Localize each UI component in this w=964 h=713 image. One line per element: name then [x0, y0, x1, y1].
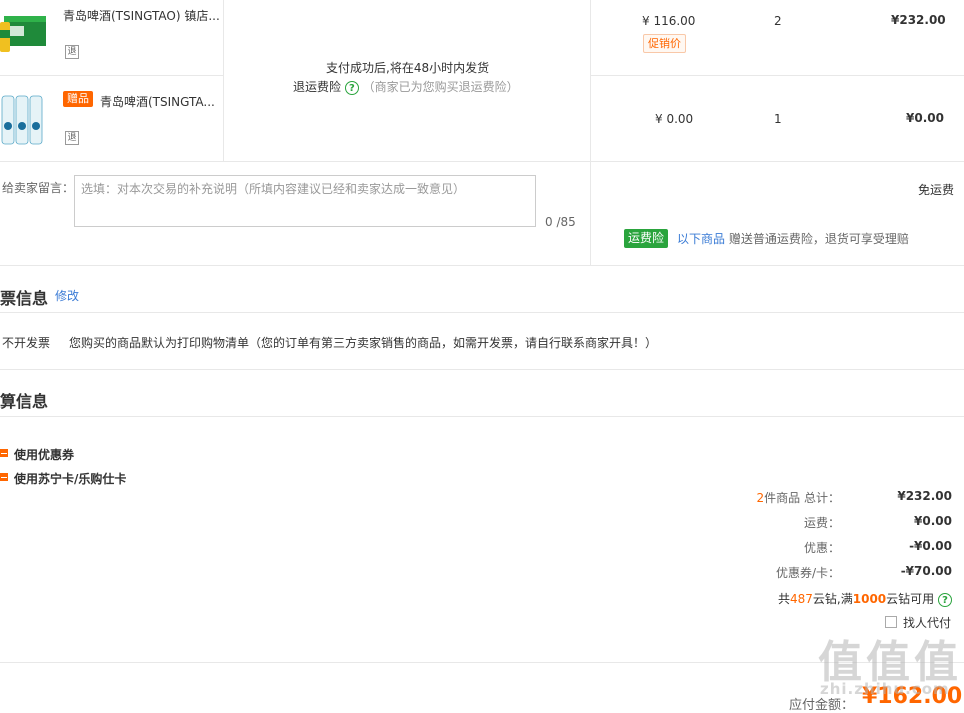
invoice-type: 不开发票 — [2, 336, 51, 350]
ship-note: 支付成功后,将在48小时内发货 — [326, 61, 490, 75]
collapse-icon[interactable] — [0, 449, 8, 457]
beer-can-image — [1, 95, 43, 145]
row-divider — [0, 75, 224, 76]
unit-price: ¥ 0.00 — [655, 112, 694, 126]
message-counter: 0 /85 — [545, 215, 576, 229]
goods-total: ¥232.00 — [897, 489, 952, 503]
refund-icon: 退 — [65, 131, 79, 145]
unit-price: ¥ 116.00 — [642, 14, 696, 28]
freight-value: ¥0.00 — [914, 514, 952, 528]
free-shipping-label: 免运费 — [917, 183, 954, 197]
discount-value: -¥0.00 — [909, 539, 952, 553]
invoice-desc: 您购买的商品默认为打印购物清单（您的订单有第三方卖家销售的商品，如需开发票，请自… — [69, 336, 658, 350]
product-thumbnail[interactable] — [0, 8, 48, 54]
freight-label: 运费： — [803, 516, 840, 530]
diamond-threshold: 1000 — [852, 592, 887, 606]
quantity: 2 — [774, 14, 782, 28]
message-label: 给卖家留言： — [2, 181, 75, 195]
coupon-label: 优惠券/卡： — [775, 566, 840, 580]
diamond-mid: 云钻,满 — [812, 592, 853, 606]
section-divider — [0, 312, 964, 313]
return-insurance: 退运费险 ? （商家已为您购买退运费险） — [293, 78, 519, 95]
freight-insurance-note: 赠送普通运费险，退货可享受理赔 — [728, 232, 909, 246]
diamond-info: 共487云钻,满1000云钻可用 ? — [778, 590, 952, 607]
watermark-site: zhi.zhihu.com — [820, 680, 950, 698]
discount-label: 优惠： — [803, 541, 840, 555]
invoice-title: 票信息 — [0, 289, 49, 308]
quantity: 1 — [774, 112, 782, 126]
insurance-label: 退运费险 — [293, 80, 342, 94]
diamond-prefix: 共 — [778, 592, 791, 606]
item-name[interactable]: 青岛啤酒(TSINGTA... — [100, 93, 215, 110]
diamond-count: 487 — [790, 592, 813, 606]
refund-icon: 退 — [65, 45, 79, 59]
collapse-icon[interactable] — [0, 473, 8, 481]
section-divider — [0, 369, 964, 370]
coupon-value: -¥70.00 — [900, 564, 952, 578]
help-icon[interactable]: ? — [938, 592, 952, 607]
freight-insurance-info: 以下商品 赠送普通运费险，退货可享受理赔 — [677, 230, 909, 247]
item-name[interactable]: 青岛啤酒(TSINGTAO) 镇店... — [63, 7, 220, 24]
goods-count-suffix: 件商品 总计： — [764, 491, 840, 505]
beer-case-image — [0, 16, 46, 52]
gift-badge: 赠品 — [63, 91, 93, 107]
diamond-suffix: 云钻可用 — [886, 592, 935, 606]
help-icon[interactable]: ? — [344, 80, 359, 95]
col-divider — [590, 0, 591, 265]
use-coupon-option[interactable]: 使用优惠券 — [14, 446, 74, 463]
items-link[interactable]: 以下商品 — [677, 232, 725, 246]
section-divider — [0, 416, 964, 417]
seller-message-input[interactable]: 选填：对本次交易的补充说明（所填内容建议已经和卖家达成一致意见） — [74, 175, 536, 227]
promo-badge: 促销价 — [643, 34, 686, 53]
subtotal: ¥0.00 — [906, 111, 944, 125]
use-card-option[interactable]: 使用苏宁卡/乐购仕卡 — [14, 470, 126, 487]
col-divider — [223, 0, 224, 161]
insurance-note: （商家已为您购买退运费险） — [362, 80, 519, 94]
invoice-edit-link[interactable]: 修改 — [55, 287, 79, 304]
row-divider — [0, 161, 964, 162]
settlement-title: 算信息 — [0, 392, 49, 411]
product-thumbnail[interactable] — [0, 92, 46, 148]
subtotal: ¥232.00 — [891, 13, 946, 27]
row-divider — [590, 75, 964, 76]
goods-count-label: 2件商品 总计： — [757, 489, 840, 506]
freight-insurance-tag: 运费险 — [624, 229, 669, 248]
section-divider — [0, 265, 964, 266]
